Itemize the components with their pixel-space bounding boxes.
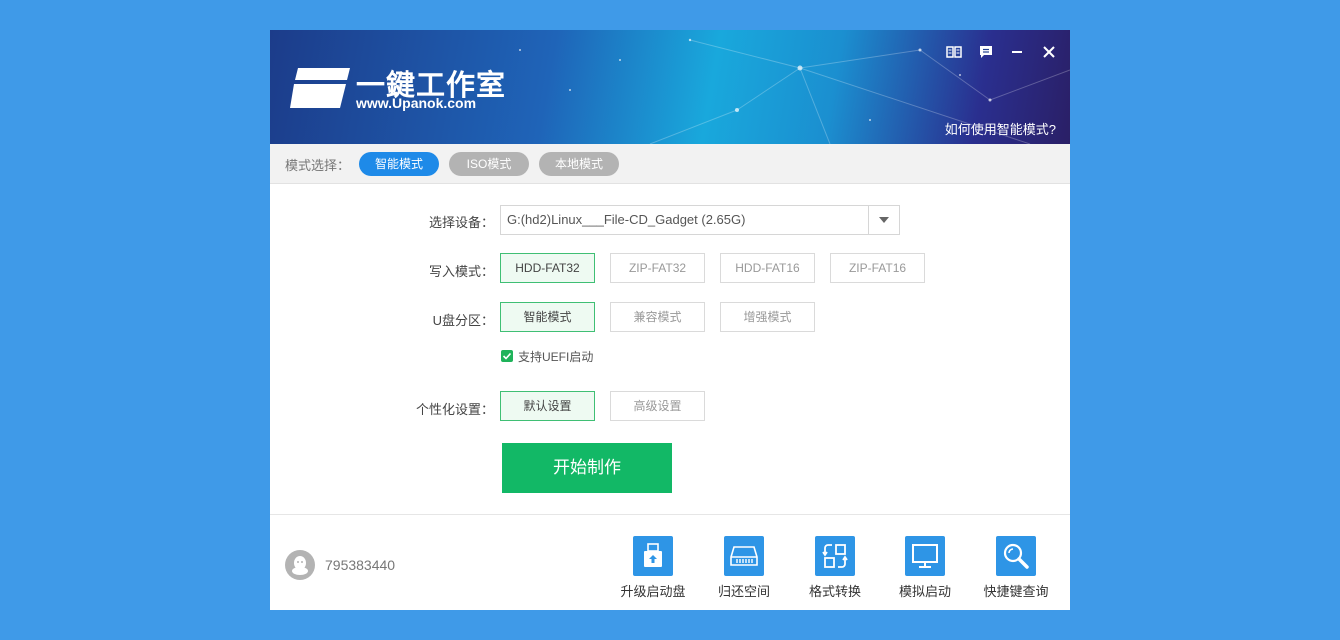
chevron-down-icon[interactable] (868, 206, 899, 234)
write-mode-zip-fat16[interactable]: ZIP-FAT16 (830, 253, 925, 283)
tool-upgrade-usb[interactable]: 升级启动盘 (613, 536, 693, 600)
footer-divider (270, 514, 1070, 515)
tool-label: 格式转换 (808, 584, 861, 599)
mode-bar-label: 模式选择： (285, 158, 351, 173)
qq-icon[interactable] (285, 550, 315, 580)
close-icon[interactable] (1039, 42, 1059, 62)
mode-bar: 模式选择： 智能模式 ISO模式 本地模式 (270, 144, 1070, 184)
header-banner: 一鍵工作室 www.Upanok.com 如何使用智能模式? (270, 30, 1070, 144)
write-mode-hdd-fat16[interactable]: HDD-FAT16 (720, 253, 815, 283)
tool-label: 快捷键查询 (983, 584, 1049, 599)
write-mode-label: 写入模式： (428, 264, 494, 279)
qq-number: 795383440 (325, 557, 396, 573)
book-icon[interactable] (944, 42, 964, 62)
monitor-icon (905, 536, 945, 576)
write-mode-zip-fat32[interactable]: ZIP-FAT32 (610, 253, 705, 283)
checkmark-icon (502, 352, 512, 360)
tool-label: 归还空间 (717, 584, 770, 599)
start-button[interactable]: 开始制作 (502, 443, 672, 493)
partition-enhanced[interactable]: 增强模式 (720, 302, 815, 332)
write-mode-hdd-fat32[interactable]: HDD-FAT32 (500, 253, 595, 283)
partition-smart[interactable]: 智能模式 (500, 302, 595, 332)
minimize-icon[interactable] (1007, 42, 1027, 62)
disk-space-icon (724, 536, 764, 576)
personalize-advanced[interactable]: 高级设置 (610, 391, 705, 421)
tool-label: 模拟启动 (898, 584, 951, 599)
mode-local-button[interactable]: 本地模式 (539, 152, 619, 176)
logo-icon (290, 68, 350, 108)
tool-format-convert[interactable]: 格式转换 (795, 536, 875, 600)
app-window: 一鍵工作室 www.Upanok.com 如何使用智能模式? 模式选择： 智能模… (270, 30, 1070, 610)
partition-compatible[interactable]: 兼容模式 (610, 302, 705, 332)
tool-disk-space[interactable]: 归还空间 (704, 536, 784, 600)
mode-iso-button[interactable]: ISO模式 (449, 152, 529, 176)
uefi-label[interactable]: 支持UEFI启动 (518, 348, 593, 365)
format-convert-icon (815, 536, 855, 576)
tool-shortcut-query[interactable]: 快捷键查询 (976, 536, 1056, 600)
mode-smart-button[interactable]: 智能模式 (359, 152, 439, 176)
upgrade-usb-icon (633, 536, 673, 576)
logo-url: www.Upanok.com (356, 95, 477, 111)
partition-label: U盘分区： (432, 313, 494, 328)
help-link[interactable]: 如何使用智能模式? (945, 119, 1056, 138)
chat-icon[interactable] (976, 42, 996, 62)
uefi-checkbox[interactable] (501, 350, 513, 362)
device-select[interactable]: G:(hd2)Linux___File-CD_Gadget (2.65G) (500, 205, 900, 235)
device-select-value: G:(hd2)Linux___File-CD_Gadget (2.65G) (507, 212, 746, 227)
search-icon (996, 536, 1036, 576)
tool-label: 升级启动盘 (620, 584, 686, 599)
device-label: 选择设备： (428, 215, 494, 230)
personalize-label: 个性化设置： (415, 402, 494, 417)
tool-simulate-boot[interactable]: 模拟启动 (885, 536, 965, 600)
personalize-default[interactable]: 默认设置 (500, 391, 595, 421)
